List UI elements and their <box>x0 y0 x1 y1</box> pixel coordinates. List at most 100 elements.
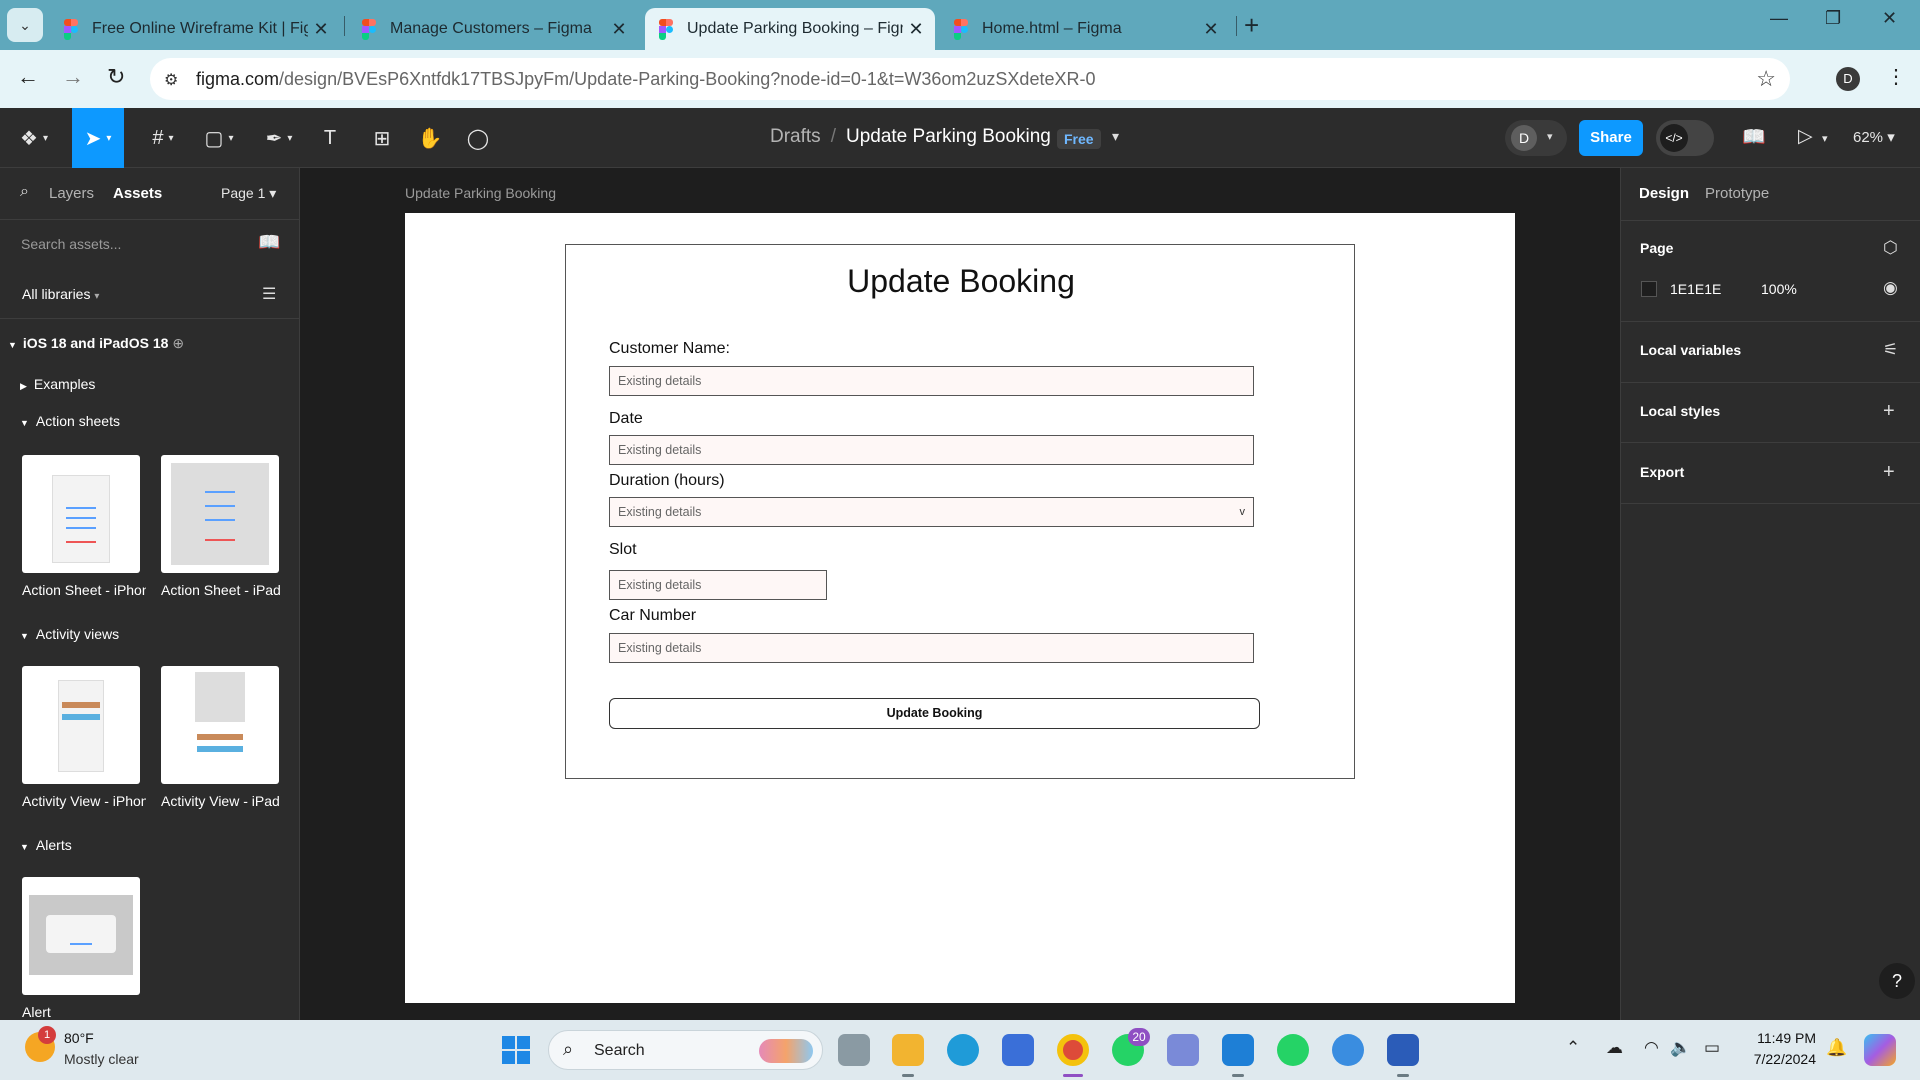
minimize-icon[interactable]: — <box>1770 8 1788 29</box>
page-color-swatch[interactable] <box>1641 281 1657 297</box>
dev-mode-toggle[interactable]: </> <box>1656 120 1714 156</box>
duration-select[interactable]: Existing details v <box>609 497 1254 527</box>
asset-thumbnail[interactable] <box>161 666 279 784</box>
local-styles-heading[interactable]: Local styles <box>1640 403 1720 419</box>
clock-date[interactable]: 7/22/2024 <box>1736 1051 1816 1067</box>
search-assets-input[interactable]: Search assets... <box>21 236 121 252</box>
library-icon[interactable]: 📖 <box>258 232 280 253</box>
windows-start-icon[interactable] <box>502 1036 530 1064</box>
restore-icon[interactable]: ❐ <box>1825 8 1841 29</box>
wifi-icon[interactable]: ◠ <box>1644 1038 1659 1058</box>
close-icon[interactable]: ✕ <box>1198 19 1224 40</box>
battery-icon[interactable]: ▭ <box>1704 1038 1720 1058</box>
eye-icon[interactable]: ◉ <box>1883 278 1898 298</box>
url-field[interactable]: ⚙ figma.com/design/BVEsP6Xntfdk17TBSJpyF… <box>150 58 1790 100</box>
file-name[interactable]: Update Parking Booking <box>846 126 1051 147</box>
library-title[interactable]: ▼ iOS 18 and iPadOS 18 ⊕ <box>8 335 184 352</box>
hexagon-settings-icon[interactable]: ⬡ <box>1883 238 1898 258</box>
whatsapp-icon[interactable] <box>1277 1034 1309 1066</box>
section-action-sheets[interactable]: ▼ Action sheets <box>20 413 120 429</box>
design-frame[interactable]: Update Booking Customer Name: Existing d… <box>405 213 1515 1003</box>
page-color-hex[interactable]: 1E1E1E <box>1670 281 1721 297</box>
libraries-filter[interactable]: All libraries ▾ <box>22 286 99 302</box>
word-icon[interactable] <box>1387 1034 1419 1066</box>
local-variables-heading[interactable]: Local variables <box>1640 342 1741 358</box>
variables-icon[interactable]: ⚟ <box>1883 340 1898 360</box>
site-info-icon[interactable]: ⚙ <box>164 70 178 90</box>
asset-thumbnail[interactable] <box>22 666 140 784</box>
vscode-icon[interactable] <box>1222 1034 1254 1066</box>
copilot-icon[interactable] <box>1864 1034 1896 1066</box>
clock-time[interactable]: 11:49 PM <box>1752 1030 1816 1046</box>
close-icon[interactable]: ✕ <box>903 19 929 40</box>
update-booking-button[interactable]: Update Booking <box>609 698 1260 729</box>
shape-tool-button[interactable]: ▢ ▾ <box>196 108 242 168</box>
more-menu-icon[interactable]: ⋮ <box>1886 64 1906 89</box>
onedrive-icon[interactable]: ☁ <box>1606 1038 1623 1058</box>
task-view-icon[interactable] <box>838 1034 870 1066</box>
browser-tab[interactable]: Home.html – Figma ✕ <box>940 8 1230 50</box>
tab-search-button[interactable]: ⌄ <box>7 8 43 42</box>
notification-bell-icon[interactable]: 🔔 <box>1826 1038 1847 1058</box>
frame-tool-button[interactable]: # ▾ <box>140 108 186 168</box>
section-activity-views[interactable]: ▼ Activity views <box>20 626 119 642</box>
store-icon[interactable] <box>1002 1034 1034 1066</box>
temperature[interactable]: 80°F <box>64 1030 94 1046</box>
close-icon[interactable]: ✕ <box>606 19 632 40</box>
tab-layers[interactable]: Layers <box>49 185 94 202</box>
booking-form-card[interactable]: Update Booking Customer Name: Existing d… <box>565 244 1355 779</box>
back-icon[interactable]: ← <box>17 64 39 90</box>
page-selector[interactable]: Page 1 ▾ <box>221 185 276 202</box>
asset-thumbnail[interactable] <box>22 877 140 995</box>
edge-icon[interactable] <box>947 1034 979 1066</box>
move-tool-button[interactable]: ➤ ▾ <box>72 108 124 168</box>
volume-icon[interactable]: 🔈 <box>1670 1038 1691 1058</box>
close-window-icon[interactable]: ✕ <box>1882 8 1897 29</box>
comment-tool-button[interactable]: ◯ <box>458 108 498 168</box>
main-menu-button[interactable]: ❖ ▾ <box>14 108 54 168</box>
export-heading[interactable]: Export <box>1640 464 1684 480</box>
tab-prototype[interactable]: Prototype <box>1705 185 1769 202</box>
add-icon[interactable]: + <box>1883 400 1895 423</box>
asset-thumbnail[interactable] <box>161 455 279 573</box>
new-tab-button[interactable]: + <box>1244 10 1259 41</box>
bookmark-star-icon[interactable]: ☆ <box>1756 66 1776 92</box>
plan-badge[interactable]: Free <box>1057 129 1101 149</box>
zoom-level[interactable]: 62% ▾ <box>1853 128 1895 146</box>
tab-design[interactable]: Design <box>1639 185 1689 202</box>
chevron-down-icon[interactable]: ▾ <box>1112 128 1119 145</box>
vpn-shield-icon[interactable] <box>1167 1034 1199 1066</box>
chevron-down-icon[interactable]: ▾ <box>1822 132 1828 145</box>
browser-tab[interactable]: Manage Customers – Figma ✕ <box>348 8 638 50</box>
close-icon[interactable]: ✕ <box>308 19 334 40</box>
section-alerts[interactable]: ▼ Alerts <box>20 837 72 853</box>
section-examples[interactable]: ▶ Examples <box>20 376 95 392</box>
canvas[interactable]: Update Parking Booking Update Booking Cu… <box>300 168 1620 1020</box>
app-icon[interactable] <box>1332 1034 1364 1066</box>
browser-tab[interactable]: Free Online Wireframe Kit | Figma ✕ <box>50 8 340 50</box>
car-number-field[interactable]: Existing details <box>609 633 1254 663</box>
page-opacity[interactable]: 100% <box>1761 281 1797 297</box>
search-icon[interactable]: ⌕ <box>20 183 29 201</box>
slot-field[interactable]: Existing details <box>609 570 827 600</box>
tab-assets[interactable]: Assets <box>113 185 162 202</box>
list-view-icon[interactable]: ☰ <box>262 284 276 304</box>
resources-button[interactable]: ⊞ <box>362 108 402 168</box>
breadcrumb-folder[interactable]: Drafts <box>770 126 821 147</box>
multiplayer-avatar[interactable]: D ▾ <box>1505 120 1567 156</box>
date-field[interactable]: Existing details <box>609 435 1254 465</box>
share-button[interactable]: Share <box>1579 120 1643 156</box>
browser-tab-active[interactable]: Update Parking Booking – Figma ✕ <box>645 8 935 50</box>
taskbar-search[interactable]: ⌕ Search <box>548 1030 823 1070</box>
weather-condition[interactable]: Mostly clear <box>64 1051 139 1067</box>
chrome-icon[interactable] <box>1057 1034 1089 1066</box>
add-icon[interactable]: + <box>1883 461 1895 484</box>
pen-tool-button[interactable]: ✒ ▾ <box>256 108 302 168</box>
customer-name-field[interactable]: Existing details <box>609 366 1254 396</box>
profile-avatar[interactable]: D <box>1836 67 1860 91</box>
reload-icon[interactable]: ↻ <box>107 64 125 90</box>
present-play-icon[interactable]: ▷ <box>1798 125 1813 148</box>
forward-icon[interactable]: → <box>62 64 84 90</box>
help-button[interactable]: ? <box>1879 963 1915 999</box>
frame-name-label[interactable]: Update Parking Booking <box>405 185 556 201</box>
